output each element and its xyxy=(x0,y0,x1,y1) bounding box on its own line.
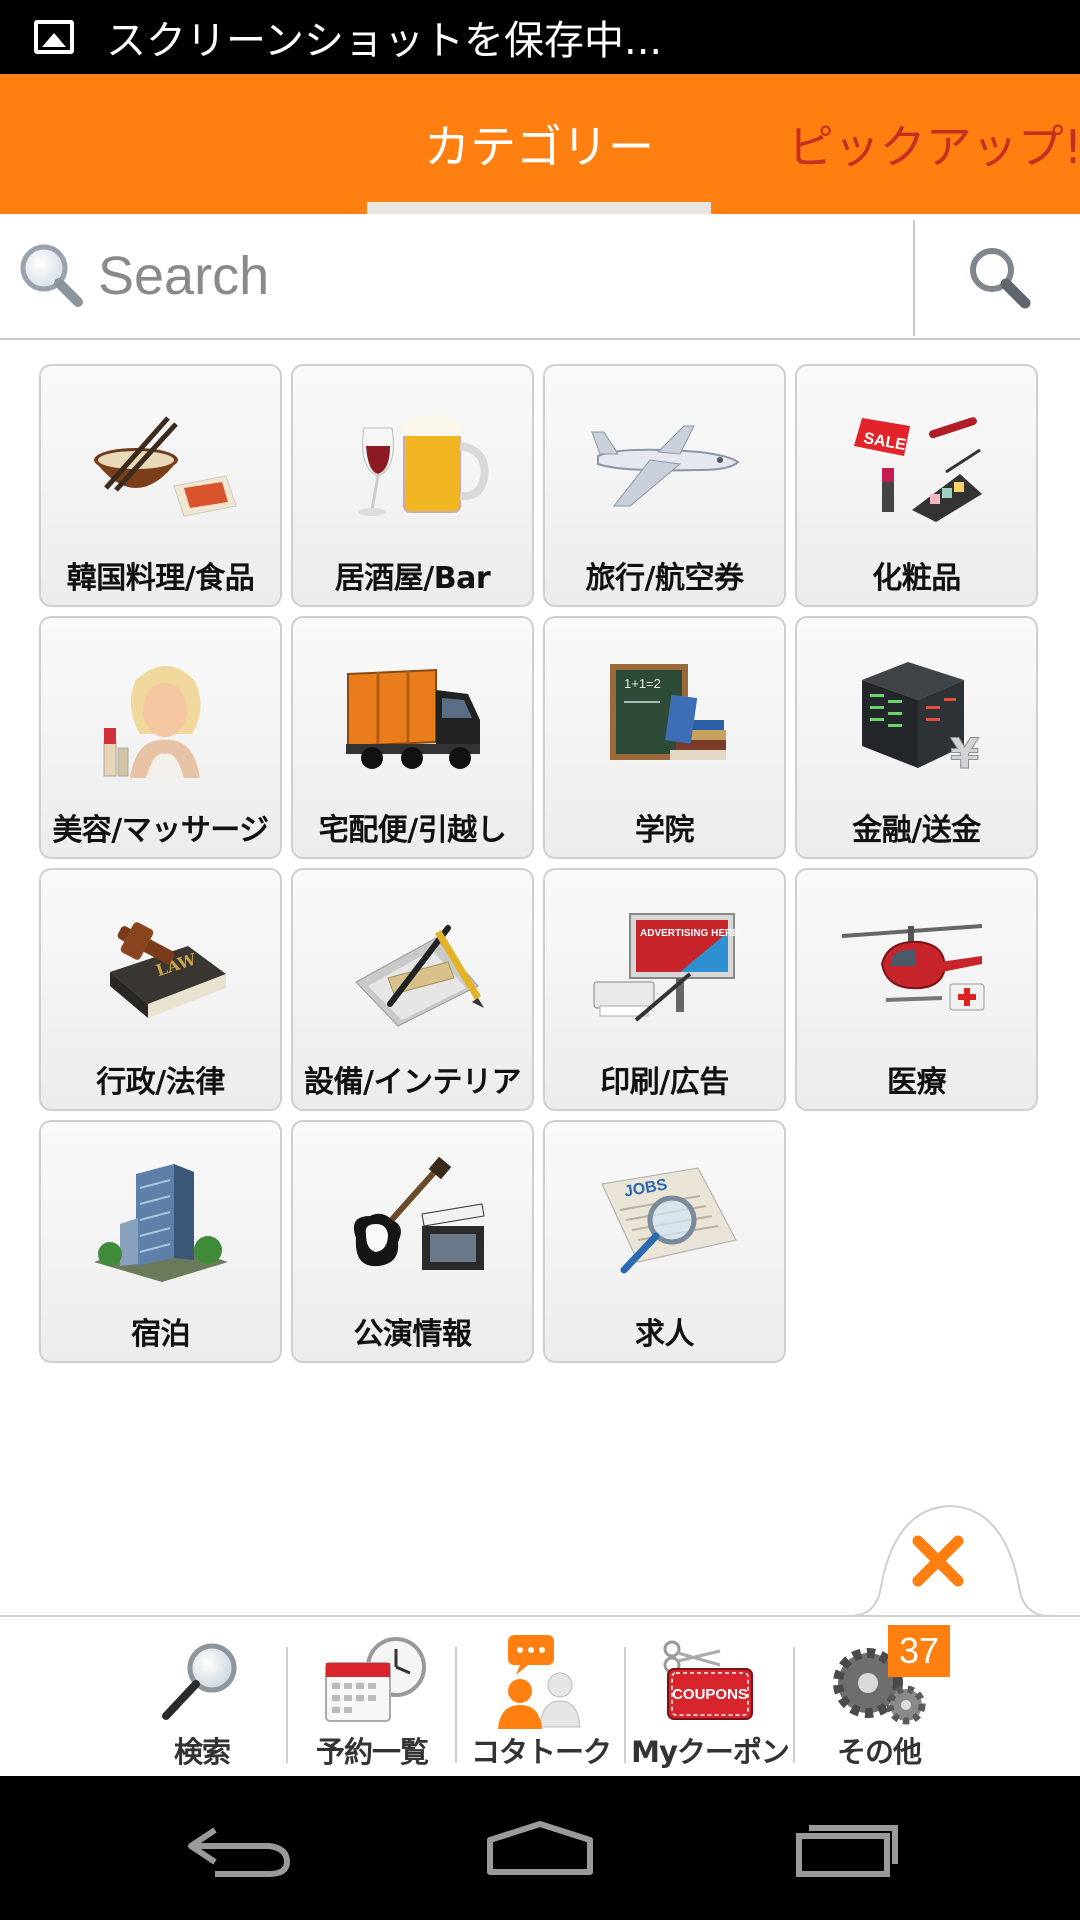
stock-board-yen-icon: ¥ xyxy=(797,640,1036,790)
tab-header: カテゴリー ピックアップ! xyxy=(0,74,1080,214)
airplane-icon xyxy=(545,388,784,538)
bottom-tab-label: その他 xyxy=(836,1735,922,1769)
law-book-gavel-icon: LAW xyxy=(41,892,280,1042)
bottom-tab-kotatalk[interactable]: コタトーク xyxy=(457,1617,625,1778)
category-label: 設備/インテリア xyxy=(304,1065,521,1100)
category-tile-printing-ads[interactable]: ADVERTISING HERE 印刷/広告 xyxy=(543,868,786,1111)
guitar-clapperboard-icon xyxy=(293,1144,532,1294)
category-label: 宅配便/引越し xyxy=(318,813,507,848)
search-button[interactable] xyxy=(915,214,1080,338)
category-tile-jobs[interactable]: JOBS 求人 xyxy=(543,1120,786,1363)
category-label: 金融/送金 xyxy=(852,813,981,848)
category-label: 韓国料理/食品 xyxy=(66,561,255,596)
svg-text:ADVERTISING HERE: ADVERTISING HERE xyxy=(640,928,739,939)
search-icon xyxy=(14,238,86,314)
hotel-building-icon xyxy=(41,1144,280,1294)
search-input[interactable] xyxy=(98,245,878,307)
category-tile-facility-interior[interactable]: 設備/インテリア xyxy=(291,868,534,1111)
bottom-tab-my-coupons[interactable]: COUPONS Myクーポン xyxy=(626,1617,794,1778)
search-field[interactable] xyxy=(0,214,914,338)
close-menu-button[interactable] xyxy=(850,1502,1050,1620)
coupon-scissors-icon: COUPONS xyxy=(626,1629,794,1733)
chat-people-icon xyxy=(457,1629,625,1733)
status-notification-text: スクリーンショットを保存中... xyxy=(106,18,663,64)
tab-category[interactable]: カテゴリー xyxy=(367,74,711,214)
category-label: 旅行/航空券 xyxy=(585,561,744,596)
category-tile-cosmetics[interactable]: SALE 化粧品 xyxy=(795,364,1038,607)
tab-pickup-label: ピックアップ! xyxy=(787,120,1080,174)
back-icon xyxy=(188,1827,291,1877)
bottom-tab-reservations[interactable]: 予約一覧 xyxy=(288,1617,456,1778)
recent-apps-icon xyxy=(796,1825,898,1877)
category-tile-performance-info[interactable]: 公演情報 xyxy=(291,1120,534,1363)
search-bar xyxy=(0,214,1080,340)
cosmetics-sale-icon: SALE xyxy=(797,388,1036,538)
category-tile-delivery-moving[interactable]: 宅配便/引越し xyxy=(291,616,534,859)
category-label: 印刷/広告 xyxy=(600,1065,729,1100)
category-label: 美容/マッサージ xyxy=(52,813,269,848)
category-tile-medical[interactable]: 医療 xyxy=(795,868,1038,1111)
svg-text:¥: ¥ xyxy=(950,729,979,778)
tab-pickup[interactable]: ピックアップ! xyxy=(785,74,1080,214)
back-button[interactable] xyxy=(160,1798,320,1898)
category-label: 宿泊 xyxy=(131,1317,191,1352)
category-tile-school[interactable]: 1+1=2 学院 xyxy=(543,616,786,859)
bottom-tab-label: Myクーポン xyxy=(631,1735,790,1769)
bottom-tab-label: 検索 xyxy=(173,1735,231,1769)
category-label: 行政/法律 xyxy=(96,1065,225,1100)
medical-helicopter-icon xyxy=(797,892,1036,1042)
recent-apps-button[interactable] xyxy=(765,1798,925,1898)
billboard-printer-icon: ADVERTISING HERE xyxy=(545,892,784,1042)
home-button[interactable] xyxy=(460,1798,620,1898)
category-tile-beauty-massage[interactable]: 美容/マッサージ xyxy=(39,616,282,859)
magnifier-icon xyxy=(118,1629,286,1733)
tab-category-label: カテゴリー xyxy=(424,120,654,174)
system-navigation-bar xyxy=(0,1776,1080,1920)
category-tile-finance[interactable]: ¥ 金融/送金 xyxy=(795,616,1038,859)
delivery-truck-icon xyxy=(293,640,532,790)
category-label: 求人 xyxy=(635,1317,695,1352)
close-icon xyxy=(876,1502,1000,1620)
coupon-text: COUPONS xyxy=(672,1686,748,1703)
beauty-woman-icon xyxy=(41,640,280,790)
korean-food-icon xyxy=(41,388,280,538)
svg-text:1+1=2: 1+1=2 xyxy=(624,676,661,691)
image-icon xyxy=(34,20,74,54)
search-button-icon xyxy=(969,248,1030,309)
bottom-tab-label: 予約一覧 xyxy=(315,1735,429,1769)
category-label: 医療 xyxy=(887,1065,947,1100)
status-bar: スクリーンショットを保存中... xyxy=(0,0,1080,74)
home-icon xyxy=(487,1821,593,1875)
category-tile-administration-law[interactable]: LAW 行政/法律 xyxy=(39,868,282,1111)
category-tile-lodging[interactable]: 宿泊 xyxy=(39,1120,282,1363)
category-label: 公演情報 xyxy=(353,1317,473,1352)
category-label: 居酒屋/Bar xyxy=(334,561,491,596)
drafting-tools-icon xyxy=(293,892,532,1042)
beer-wine-icon xyxy=(293,388,532,538)
notification-badge: 37 xyxy=(888,1625,950,1677)
category-label: 学院 xyxy=(635,813,695,848)
category-label: 化粧品 xyxy=(872,561,961,596)
calendar-clock-icon xyxy=(288,1629,456,1733)
category-tile-korean-food[interactable]: 韓国料理/食品 xyxy=(39,364,282,607)
tab-selected-indicator xyxy=(367,202,711,214)
chalkboard-books-icon: 1+1=2 xyxy=(545,640,784,790)
category-tile-travel[interactable]: 旅行/航空券 xyxy=(543,364,786,607)
jobs-newspaper-icon: JOBS xyxy=(545,1144,784,1294)
bottom-tab-search[interactable]: 検索 xyxy=(118,1617,286,1778)
bottom-tab-label: コタトーク xyxy=(470,1735,612,1769)
category-tile-izakaya-bar[interactable]: 居酒屋/Bar xyxy=(291,364,534,607)
